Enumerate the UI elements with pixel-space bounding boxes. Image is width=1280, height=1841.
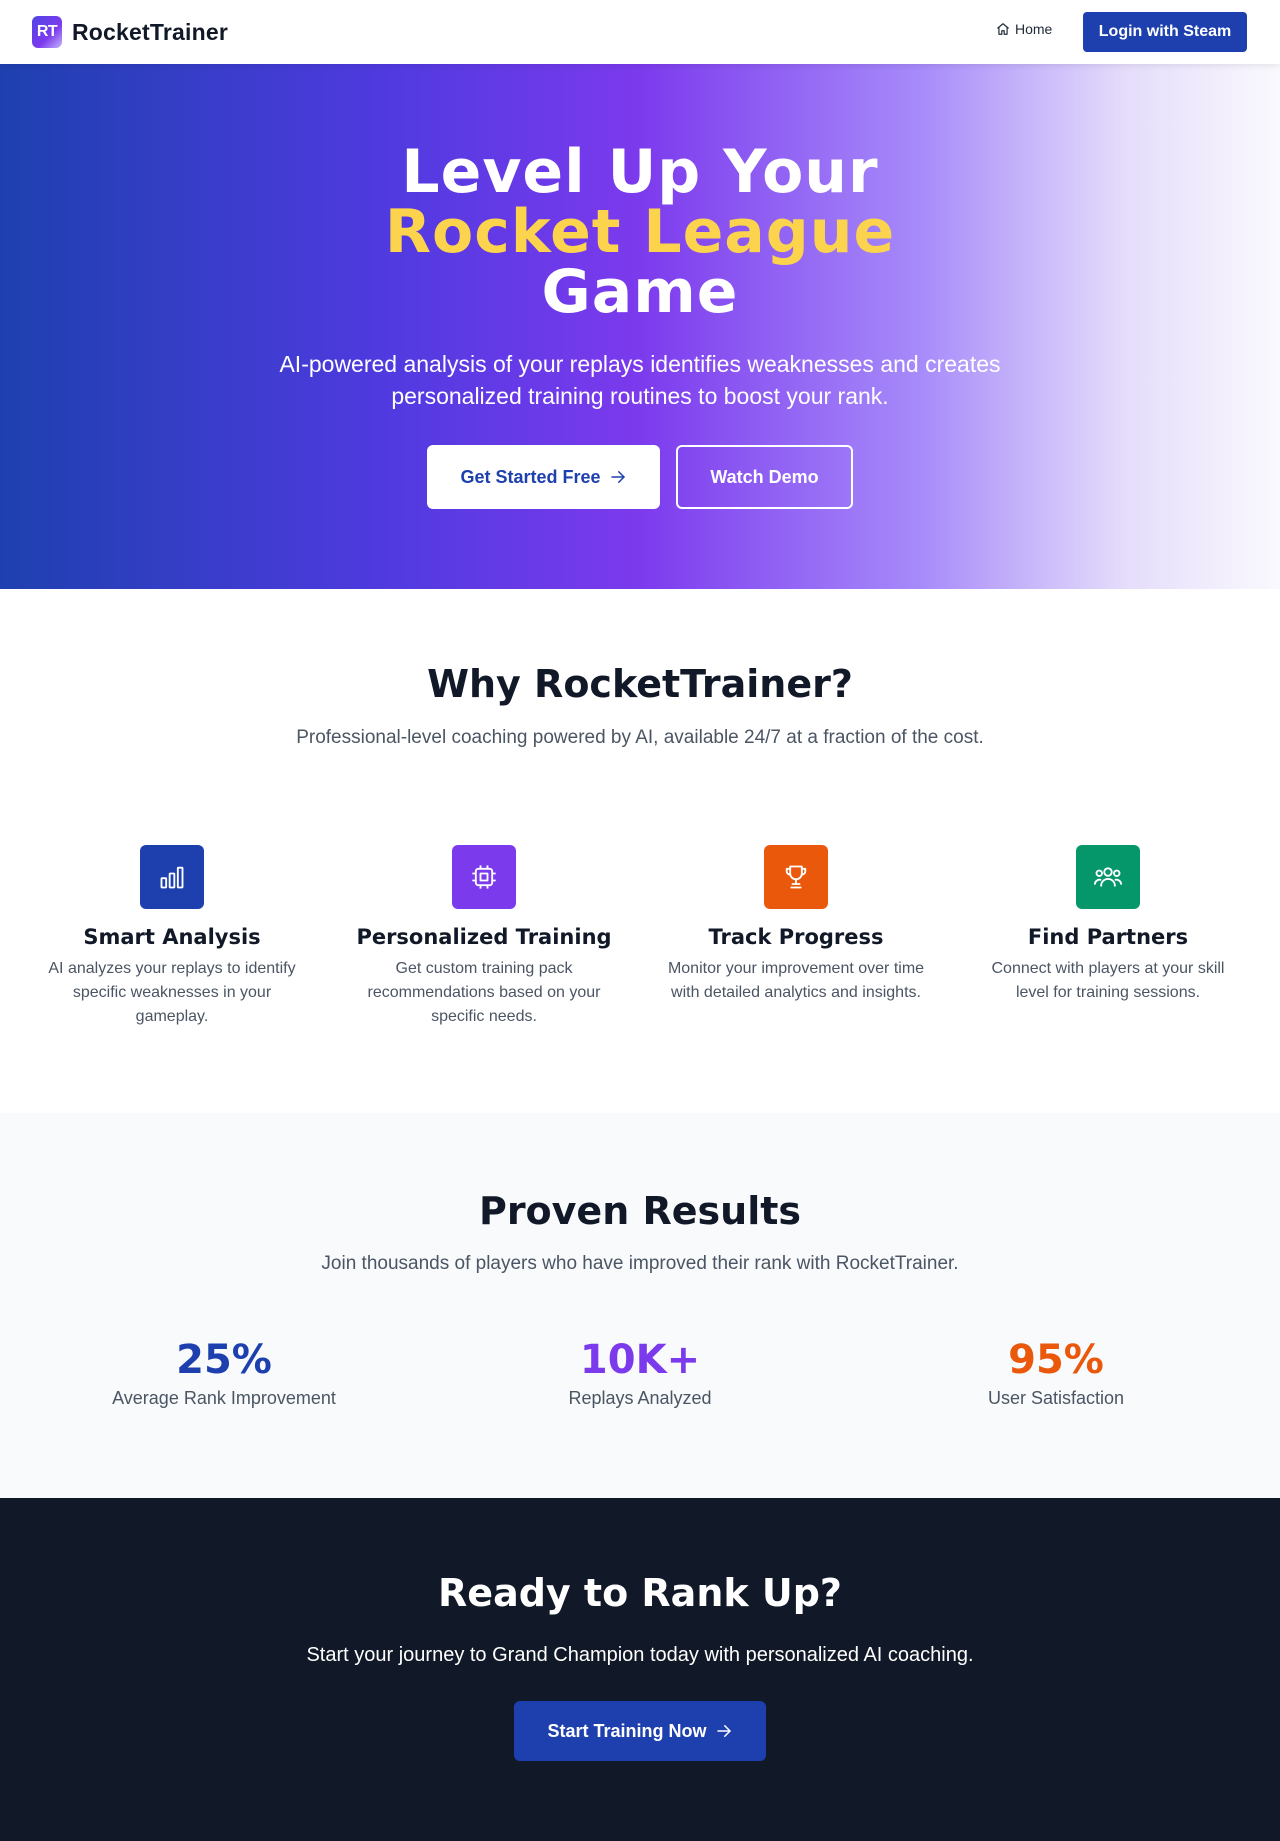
arrow-right-icon [716, 1725, 731, 1737]
feature-title: Track Progress [708, 925, 884, 949]
cta-section: Ready to Rank Up? Start your journey to … [0, 1498, 1280, 1841]
trophy-icon [764, 845, 828, 909]
home-icon [997, 23, 1009, 35]
watch-demo-button[interactable]: Watch Demo [676, 445, 853, 509]
stat-item: 25% Average Rank Improvement [44, 1338, 404, 1409]
top-navbar: RT RocketTrainer Home Login with Steam [0, 0, 1280, 64]
start-training-label: Start Training Now [547, 1720, 707, 1741]
stat-item: 10K+ Replays Analyzed [460, 1338, 820, 1409]
feature-description: AI analyzes your replays to identify spe… [48, 960, 296, 1025]
stat-value: 95% [1008, 1337, 1104, 1383]
get-started-button[interactable]: Get Started Free [427, 445, 660, 509]
feature-card: Track Progress Monitor your improvement … [651, 845, 941, 1005]
results-section: Proven Results Join thousands of players… [0, 1113, 1280, 1498]
stat-value: 10K+ [579, 1337, 701, 1383]
stat-item: 95% User Satisfaction [876, 1338, 1236, 1409]
feature-description: Get custom training pack recommendations… [367, 960, 601, 1025]
hero-title-line2: Rocket League [384, 197, 896, 267]
chip-icon [452, 845, 516, 909]
hero-title-line3: Game [541, 257, 739, 327]
stat-value: 25% [176, 1337, 272, 1383]
stat-label: User Satisfaction [987, 1388, 1125, 1408]
brand-logo: RT [32, 16, 62, 48]
feature-card: Find Partners Connect with players at yo… [963, 845, 1253, 1005]
arrow-right-icon [610, 471, 625, 483]
feature-card: Smart Analysis AI analyzes your replays … [27, 845, 317, 1029]
get-started-label: Get Started Free [460, 466, 601, 487]
users-icon [1076, 845, 1140, 909]
brand[interactable]: RT RocketTrainer [32, 16, 228, 48]
hero-title: Level Up Your Rocket League Game [0, 142, 1280, 322]
brand-name: RocketTrainer [72, 18, 228, 45]
features-title: Why RocketTrainer? [427, 662, 853, 706]
features-section: Why RocketTrainer? Professional-level co… [0, 589, 1280, 1113]
bar-chart-icon [140, 845, 204, 909]
hero-title-line1: Level Up Your [401, 137, 879, 207]
hero-subtitle: AI-powered analysis of your replays iden… [279, 351, 1001, 409]
cta-subtitle: Start your journey to Grand Champion tod… [306, 1644, 974, 1666]
nav-home-label: Home [1015, 21, 1053, 37]
hero-section: Level Up Your Rocket League Game AI-powe… [0, 64, 1280, 589]
feature-card: Personalized Training Get custom trainin… [339, 845, 629, 1029]
results-subtitle: Join thousands of players who have impro… [321, 1253, 959, 1274]
stat-label: Average Rank Improvement [112, 1388, 336, 1408]
feature-title: Find Partners [1027, 925, 1189, 949]
feature-title: Personalized Training [356, 925, 612, 949]
nav-home-link[interactable]: Home [996, 21, 1052, 37]
feature-description: Connect with players at your skill level… [991, 960, 1225, 1001]
stat-label: Replays Analyzed [568, 1388, 712, 1408]
features-subtitle: Professional-level coaching powered by A… [296, 727, 984, 748]
feature-description: Monitor your improvement over time with … [667, 960, 925, 1001]
login-with-steam-button[interactable]: Login with Steam [1083, 12, 1247, 52]
cta-title: Ready to Rank Up? [438, 1571, 842, 1615]
feature-title: Smart Analysis [83, 925, 261, 949]
start-training-button[interactable]: Start Training Now [514, 1701, 766, 1761]
results-title: Proven Results [478, 1189, 802, 1233]
